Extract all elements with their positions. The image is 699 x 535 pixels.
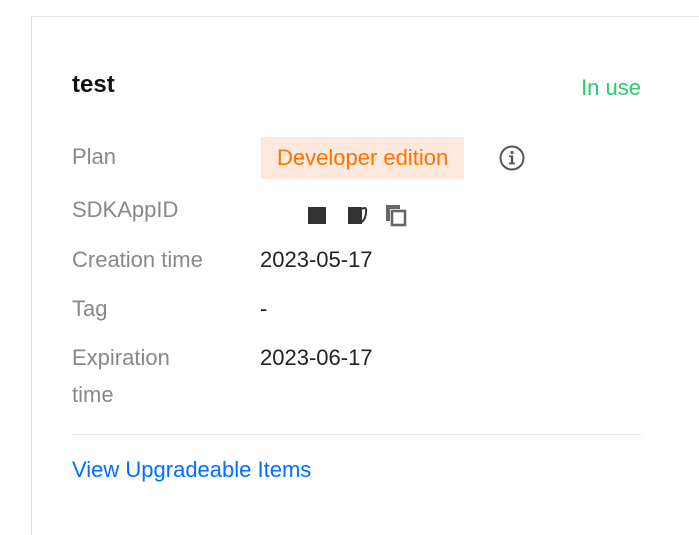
- tag-label: Tag: [72, 296, 108, 321]
- expiration-time-label-line1: Expiration: [72, 345, 170, 370]
- plan-label: Plan: [72, 144, 117, 169]
- status-badge: In use: [581, 75, 641, 100]
- expiration-time-label-line2: time: [72, 382, 114, 407]
- application-card: test In use Plan Developer edition SDKAp…: [31, 16, 699, 535]
- plan-badge: Developer edition: [261, 137, 465, 179]
- expiration-time-value: 2023-06-17: [260, 345, 373, 370]
- view-upgradeable-items-link[interactable]: View Upgradeable Items: [72, 457, 311, 483]
- sdkappid-label: SDKAppID: [72, 197, 179, 222]
- app-name: test: [72, 71, 115, 98]
- copy-icon[interactable]: [383, 203, 407, 227]
- creation-time-label: Creation time: [72, 247, 203, 272]
- info-icon[interactable]: [499, 145, 525, 171]
- divider: [72, 434, 641, 435]
- creation-time-value: 2023-05-17: [260, 247, 373, 272]
- tag-value: -: [260, 296, 268, 321]
